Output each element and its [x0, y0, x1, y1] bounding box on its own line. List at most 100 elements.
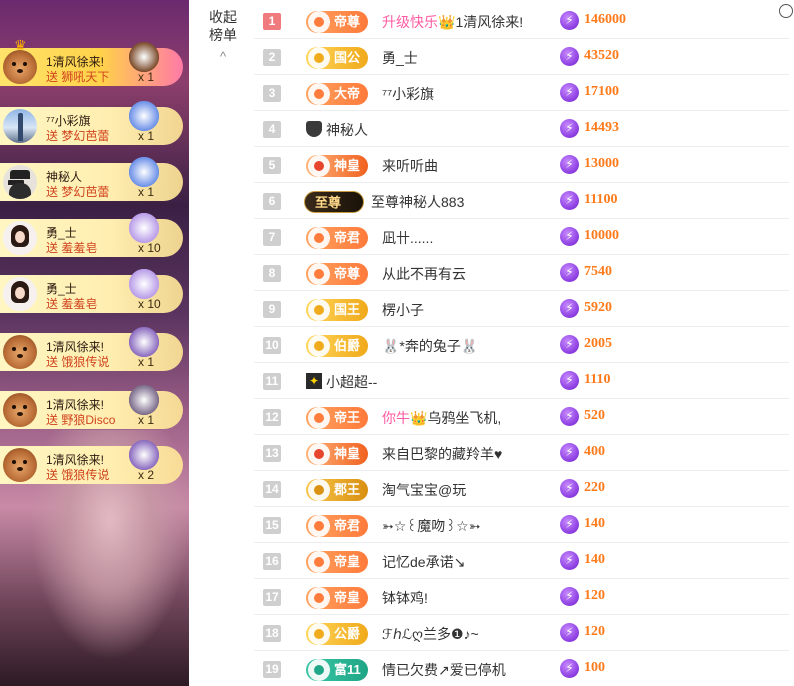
- gift-message: 神秘人送 梦幻芭蕾 x 1: [0, 157, 183, 201]
- ranking-row[interactable]: 12 帝王 你牛👑乌鸦坐飞机, ⚡ 520: [254, 399, 789, 435]
- gift-icon: [129, 269, 159, 299]
- noble-rank-badge: 帝尊: [306, 263, 368, 285]
- gift-icon: [129, 42, 159, 72]
- ranking-row[interactable]: 1 帝尊 升级快乐👑1清风徐来! ⚡ 146000: [254, 3, 789, 39]
- user-name[interactable]: 神秘人: [326, 120, 368, 140]
- gift-name: 梦幻芭蕾: [61, 129, 110, 143]
- badge-label: 帝尊: [334, 14, 361, 29]
- collapse-label-line1: 收起: [209, 9, 237, 25]
- badge-emblem-icon: [308, 551, 330, 573]
- lightning-coin-icon: ⚡: [560, 659, 579, 678]
- highlighted-name-prefix: 你牛👑: [382, 410, 428, 426]
- ranking-row[interactable]: 17 帝皇 钵钵鸡! ⚡ 120: [254, 579, 789, 615]
- gift-count: x 1: [138, 70, 155, 84]
- gift-count: x 1: [138, 413, 155, 427]
- ranking-row[interactable]: 16 帝皇 记忆de承诺↘ ⚡ 140: [254, 543, 789, 579]
- lightning-coin-icon: ⚡: [560, 155, 579, 174]
- rank-number: 12: [263, 409, 281, 426]
- ranking-row[interactable]: 11 ✦ 小超超-- ⚡ 1110: [254, 363, 789, 399]
- user-name[interactable]: 记忆de承诺↘: [382, 552, 465, 572]
- badge-emblem-icon: [308, 479, 330, 501]
- rank-number: 17: [263, 589, 281, 606]
- ranking-row[interactable]: 2 国公 勇_士 ⚡ 43520: [254, 39, 789, 75]
- avatar[interactable]: [3, 277, 37, 311]
- user-name[interactable]: 勇_士: [382, 48, 418, 68]
- gift-message: ⁷⁷小彩旗送 梦幻芭蕾 x 1: [0, 101, 183, 145]
- gift-prefix: 送: [46, 185, 59, 199]
- collapse-ranking-button[interactable]: 收起 榜单 ^: [205, 8, 241, 66]
- avatar[interactable]: [3, 165, 37, 199]
- ranking-row[interactable]: 19 富11 情已欠费↗爱已停机 ⚡ 100: [254, 651, 789, 686]
- user-name[interactable]: 情已欠费↗爱已停机: [382, 660, 506, 680]
- user-name[interactable]: 从此不再有云: [382, 264, 466, 284]
- contribution-value: 146000: [584, 12, 626, 27]
- ranking-row[interactable]: 13 神皇 来自巴黎的藏羚羊♥ ⚡ 400: [254, 435, 789, 471]
- ranking-row[interactable]: 4 神秘人 ⚡ 14493: [254, 111, 789, 147]
- badge-label: 神皇: [334, 158, 361, 173]
- badge-label: 国王: [334, 302, 361, 317]
- ranking-row[interactable]: 14 郡王 淘气宝宝@玩 ⚡ 220: [254, 471, 789, 507]
- ranking-row[interactable]: 9 国王 楞小子 ⚡ 5920: [254, 291, 789, 327]
- ranking-row[interactable]: 10 伯爵 🐰*奔的兔子🐰 ⚡ 2005: [254, 327, 789, 363]
- avatar[interactable]: [3, 221, 37, 255]
- user-name[interactable]: 升级快乐👑1清风徐来!: [382, 12, 523, 32]
- user-name[interactable]: 你牛👑乌鸦坐飞机,: [382, 408, 501, 428]
- gift-message: 勇_士送 羞羞皂 x 10: [0, 213, 183, 257]
- badge-label: 帝君: [334, 518, 361, 533]
- avatar[interactable]: [3, 109, 37, 143]
- ranking-row[interactable]: 8 帝尊 从此不再有云 ⚡ 7540: [254, 255, 789, 291]
- crown-icon: ♛: [14, 37, 27, 53]
- gift-count: x 10: [138, 297, 161, 311]
- close-icon[interactable]: [779, 4, 793, 18]
- avatar[interactable]: [3, 393, 37, 427]
- badge-label: 富11: [334, 662, 361, 677]
- contribution-value: 400: [584, 444, 605, 459]
- ranking-row[interactable]: 18 公爵 ℱℎℒღ兰多❶♪~ ⚡ 120: [254, 615, 789, 651]
- noble-rank-badge: 神皇: [306, 155, 368, 177]
- ranking-row[interactable]: 3 大帝 ⁷⁷小彩旗 ⚡ 17100: [254, 75, 789, 111]
- contribution-value: 2005: [584, 336, 612, 351]
- rank-number: 15: [263, 517, 281, 534]
- user-name[interactable]: 楞小子: [382, 300, 424, 320]
- noble-rank-badge: 帝君: [306, 515, 368, 537]
- contribution-value: 43520: [584, 48, 619, 63]
- gift-prefix: 送: [46, 413, 59, 427]
- user-name[interactable]: 来自巴黎的藏羚羊♥: [382, 444, 502, 464]
- user-name[interactable]: ➳☆꒰魔吻꒱☆➳: [382, 516, 480, 536]
- ranking-row[interactable]: 15 帝君 ➳☆꒰魔吻꒱☆➳ ⚡ 140: [254, 507, 789, 543]
- gift-count: x 1: [138, 129, 155, 143]
- user-name[interactable]: 凪卄......: [382, 228, 433, 248]
- ranking-row[interactable]: 5 神皇 来听听曲 ⚡ 13000: [254, 147, 789, 183]
- user-name[interactable]: 小超超--: [326, 372, 377, 392]
- avatar[interactable]: [3, 50, 37, 84]
- badge-label: 帝皇: [334, 590, 361, 605]
- user-name[interactable]: 至尊神秘人883: [371, 192, 464, 212]
- user-name[interactable]: 来听听曲: [382, 156, 438, 176]
- rank-number: 14: [263, 481, 281, 498]
- gift-icon: [129, 157, 159, 187]
- avatar[interactable]: [3, 448, 37, 482]
- noble-rank-badge: 帝皇: [306, 551, 368, 573]
- rank-number: 8: [263, 265, 281, 282]
- badge-emblem-icon: [308, 587, 330, 609]
- gift-icon: [129, 385, 159, 415]
- noble-rank-badge: 伯爵: [306, 335, 368, 357]
- user-name[interactable]: ⁷⁷小彩旗: [382, 84, 434, 104]
- badge-emblem-icon: [308, 335, 330, 357]
- rank-number: 9: [263, 301, 281, 318]
- gift-prefix: 送: [46, 241, 59, 255]
- ranking-row[interactable]: 6 至尊 至尊神秘人883 ⚡ 11100: [254, 183, 789, 219]
- gift-name: 羞羞皂: [61, 297, 98, 311]
- gift-message: ♛ 1清风徐来! 送 狮吼天下 x 1: [0, 38, 183, 86]
- badge-label: 帝君: [334, 230, 361, 245]
- user-name[interactable]: 🐰*奔的兔子🐰: [382, 336, 478, 356]
- badge-emblem-icon: [308, 47, 330, 69]
- stream-gift-feed: ♛ 1清风徐来! 送 狮吼天下 x 1 ⁷⁷小彩旗送 梦幻芭蕾 x 1 神秘人送 梦幻芭蕾 x…: [0, 0, 189, 686]
- user-name[interactable]: 钵钵鸡!: [382, 588, 428, 608]
- ranking-row[interactable]: 7 帝君 凪卄...... ⚡ 10000: [254, 219, 789, 255]
- user-name[interactable]: ℱℎℒღ兰多❶♪~: [382, 624, 479, 644]
- badge-emblem-icon: [308, 11, 330, 33]
- avatar[interactable]: [3, 335, 37, 369]
- gift-line: 送 梦幻芭蕾: [46, 127, 109, 144]
- user-name[interactable]: 淘气宝宝@玩: [382, 480, 466, 500]
